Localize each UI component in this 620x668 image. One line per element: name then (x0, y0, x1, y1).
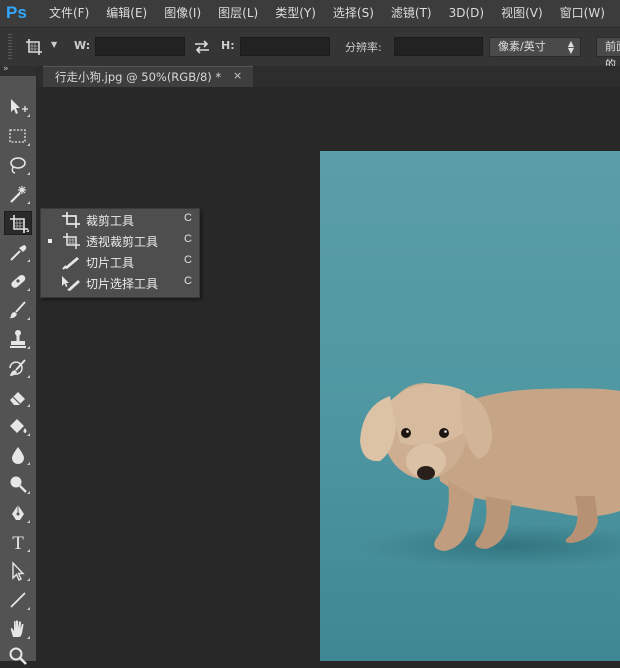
dodge-tool[interactable] (4, 472, 32, 496)
menu-file[interactable]: 文件(F) (49, 0, 89, 27)
paint-bucket-icon (10, 419, 27, 433)
history-brush-tool[interactable] (4, 356, 32, 380)
unit-value: 像素/英寸 (498, 40, 546, 53)
type-tool-icon: T (12, 533, 24, 552)
updown-caret-icon: ▲ ▼ (567, 39, 574, 55)
flyout-label: 切片选择工具 (86, 277, 159, 291)
marquee-tool-icon (9, 129, 26, 143)
healing-brush-icon (11, 274, 26, 288)
line-tool-icon (10, 592, 26, 608)
hand-tool-icon (10, 620, 24, 637)
dog-photo (320, 151, 620, 661)
toolbar-header[interactable]: » (0, 64, 36, 76)
front-image-button[interactable]: 前面的 (596, 37, 620, 71)
blur-tool[interactable] (4, 443, 32, 467)
menu-view[interactable]: 视图(V) (501, 0, 543, 27)
eyedropper-icon (10, 245, 27, 261)
lasso-tool[interactable] (4, 153, 32, 177)
collapse-icon[interactable]: » (3, 64, 8, 74)
document-image[interactable] (320, 151, 620, 661)
menu-filter[interactable]: 滤镜(T) (391, 0, 432, 27)
history-brush-icon (9, 359, 26, 376)
document-title: 行走小狗.jpg @ 50%(RGB/8) * (55, 70, 222, 84)
pen-icon (12, 505, 24, 520)
perspective-crop-icon (63, 233, 80, 249)
brush-tool[interactable] (4, 298, 32, 322)
flyout-shortcut: C (184, 233, 192, 245)
resolution-input[interactable] (394, 37, 483, 56)
svg-text:T: T (12, 533, 24, 552)
selected-bullet-icon (48, 239, 52, 243)
menu-type[interactable]: 类型(Y) (275, 0, 316, 27)
options-grip[interactable] (8, 34, 12, 60)
type-tool[interactable]: T (4, 530, 32, 554)
marquee-tool[interactable] (4, 124, 32, 148)
paint-bucket-tool[interactable] (4, 414, 32, 438)
path-select-icon (12, 561, 25, 581)
flyout-item-crop[interactable]: 裁剪工具 C (41, 209, 199, 230)
width-input[interactable] (95, 37, 185, 56)
dodge-icon (10, 476, 27, 493)
swap-dimensions-icon[interactable] (193, 38, 211, 56)
healing-brush-tool[interactable] (4, 269, 32, 293)
preset-dropdown-icon[interactable]: ▼ (51, 40, 57, 49)
perspective-crop-tool[interactable] (4, 211, 32, 235)
eyedropper-tool[interactable] (4, 240, 32, 264)
width-label: W: (74, 39, 91, 52)
flyout-label: 裁剪工具 (86, 214, 135, 228)
clone-stamp-tool[interactable] (4, 327, 32, 351)
zoom-tool-icon (9, 647, 27, 665)
flyout-shortcut: C (184, 212, 192, 224)
magic-wand-tool[interactable] (4, 182, 32, 206)
resolution-unit-select[interactable]: 像素/英寸 ▲ ▼ (489, 37, 581, 57)
document-tab-bar: 行走小狗.jpg @ 50%(RGB/8) * × (37, 66, 620, 87)
flyout-item-slice[interactable]: 切片工具 C (41, 251, 199, 272)
app-logo: Ps (6, 3, 27, 22)
menu-3d[interactable]: 3D(D) (449, 0, 484, 27)
line-tool[interactable] (4, 588, 32, 612)
move-tool[interactable] (4, 95, 32, 119)
menu-window[interactable]: 窗口(W) (560, 0, 605, 27)
eraser-tool[interactable] (4, 385, 32, 409)
menu-image[interactable]: 图像(I) (164, 0, 201, 27)
height-input[interactable] (240, 37, 330, 56)
menu-layer[interactable]: 图层(L) (218, 0, 258, 27)
lasso-tool-icon (10, 157, 26, 174)
document-tab[interactable]: 行走小狗.jpg @ 50%(RGB/8) * × (43, 66, 253, 87)
tools-panel: T (0, 76, 37, 665)
hand-tool[interactable] (4, 617, 32, 641)
menu-edit[interactable]: 编辑(E) (106, 0, 147, 27)
tool-preset-picker[interactable] (24, 37, 44, 57)
menu-list: 文件(F) 编辑(E) 图像(I) 图层(L) 类型(Y) 选择(S) 滤镜(T… (49, 0, 620, 27)
flyout-item-perspective-crop[interactable]: 透视裁剪工具 C (41, 230, 199, 251)
perspective-crop-icon (26, 39, 42, 55)
flyout-shortcut: C (184, 275, 192, 287)
crop-icon (62, 212, 80, 228)
blur-icon (12, 447, 24, 464)
brush-icon (9, 301, 26, 319)
eraser-icon (10, 392, 25, 405)
flyout-label: 透视裁剪工具 (86, 235, 159, 249)
menu-bar: Ps 文件(F) 编辑(E) 图像(I) 图层(L) 类型(Y) 选择(S) 滤… (0, 0, 620, 27)
magic-wand-icon (10, 186, 26, 203)
slice-select-icon (62, 276, 80, 291)
menu-select[interactable]: 选择(S) (333, 0, 374, 27)
resolution-label: 分辨率: (345, 41, 382, 54)
slice-icon (62, 257, 79, 270)
flyout-shortcut: C (184, 254, 192, 266)
zoom-tool[interactable] (4, 644, 32, 668)
close-icon[interactable]: × (233, 69, 242, 82)
height-label: H: (221, 39, 235, 52)
flyout-item-slice-select[interactable]: 切片选择工具 C (41, 272, 199, 293)
pen-tool[interactable] (4, 501, 32, 525)
crop-tools-flyout: 裁剪工具 C 透视裁剪工具 C 切片工具 C 切片选择工具 C (40, 208, 200, 298)
move-tool-icon (11, 99, 28, 114)
options-bar: ▼ W: H: 分辨率: 像素/英寸 ▲▼ 前面的 (0, 27, 620, 71)
flyout-label: 切片工具 (86, 256, 135, 270)
clone-stamp-icon (10, 330, 26, 348)
path-select-tool[interactable] (4, 559, 32, 583)
